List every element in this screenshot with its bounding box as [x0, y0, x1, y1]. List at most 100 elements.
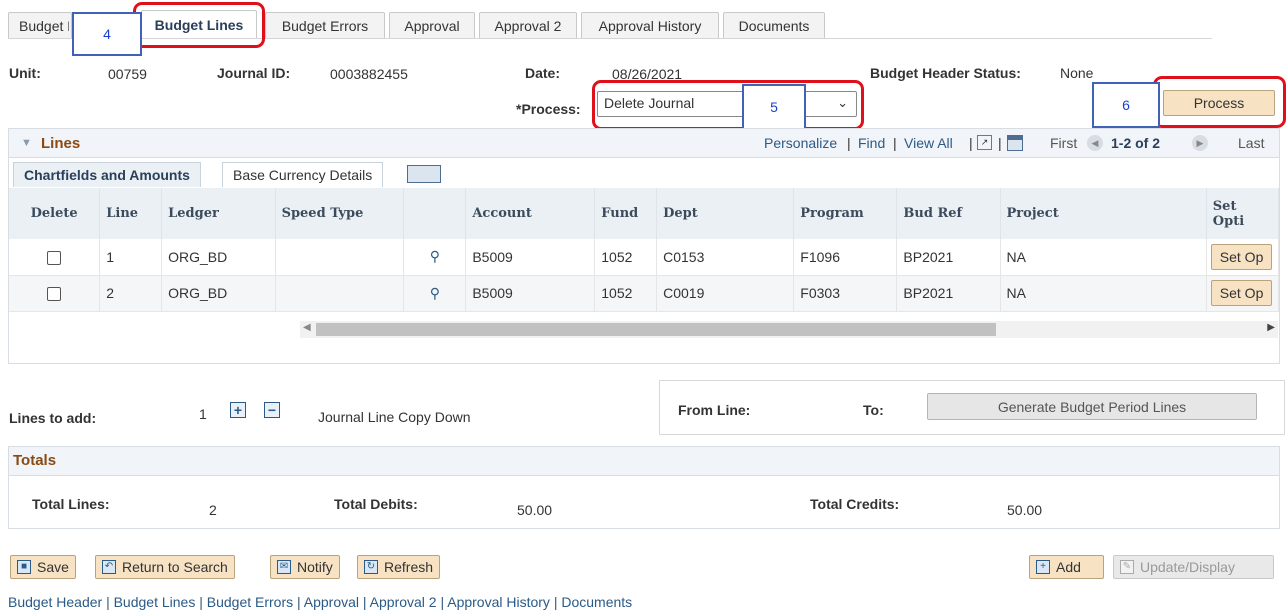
set-options-button[interactable]: Set Op	[1210, 243, 1273, 270]
callout-text: 5	[770, 99, 778, 115]
notify-button[interactable]: ✉ Notify	[270, 555, 340, 579]
line-cell: 2	[99, 275, 163, 312]
generate-button-label: Generate Budget Period Lines	[997, 398, 1187, 415]
col-account: Account	[465, 188, 596, 239]
lines-grid: Delete Line Ledger Speed Type Account Fu…	[9, 188, 1280, 312]
search-icon[interactable]: ⚲	[403, 275, 467, 312]
delete-cell	[9, 275, 101, 312]
row-range: 1-2 of 2	[1111, 135, 1161, 151]
find-link[interactable]: Find	[858, 135, 885, 151]
delete-cell	[9, 239, 101, 276]
return-to-search-button[interactable]: ↶ Return to Search	[95, 555, 235, 579]
speed-type-cell[interactable]	[275, 275, 405, 312]
remove-row-minus-icon[interactable]: −	[264, 402, 280, 418]
tab-budget-errors[interactable]: Budget Errors	[265, 12, 385, 39]
set-options-button[interactable]: Set Op	[1210, 280, 1273, 306]
table-row: 2 ORG_BD ⚲ B5009 1052 C0019 F0303 BP2021…	[9, 275, 1280, 312]
col-speed-type: Speed Type	[275, 188, 405, 239]
save-button[interactable]: ■ Save	[10, 555, 76, 579]
speed-type-cell[interactable]	[275, 239, 405, 276]
tab-label: Approval 2	[494, 18, 562, 34]
total-debits-value: 50.00	[517, 502, 553, 518]
update-display-button[interactable]: ✎ Update/Display	[1113, 555, 1274, 579]
tab-approval-2[interactable]: Approval 2	[479, 12, 577, 39]
lines-panel-header: ▼ Lines Personalize | Find | View All | …	[8, 128, 1280, 158]
journal-id-label: Journal ID:	[217, 65, 291, 81]
unit-label: Unit:	[9, 65, 41, 81]
col-dept: Dept	[656, 188, 795, 239]
add-row-plus-icon[interactable]: +	[230, 402, 246, 418]
delete-checkbox[interactable]	[47, 287, 62, 302]
subtab-base-currency[interactable]: Base Currency Details	[222, 162, 384, 187]
new-window-icon[interactable]: ↗	[977, 135, 992, 150]
scroll-right-icon[interactable]: ▶	[1267, 322, 1275, 333]
view-all-link[interactable]: View All	[904, 135, 953, 151]
journal-line-copy-down: Journal Line Copy Down	[318, 409, 471, 425]
add-label: Add	[1056, 559, 1081, 575]
set-options-cell: Set Op	[1206, 239, 1280, 276]
callout-number-5: 5	[742, 84, 806, 130]
last-label: Last	[1238, 135, 1265, 151]
total-lines-value: 2	[209, 502, 217, 518]
lines-panel-title: Lines	[41, 135, 81, 152]
col-delete: Delete	[9, 188, 101, 239]
horizontal-scrollbar[interactable]: ◀ ▶	[300, 321, 1278, 338]
return-search-icon: ↶	[102, 560, 116, 574]
scrollbar-thumb[interactable]	[316, 323, 996, 336]
separator: |	[847, 135, 851, 151]
total-debits-label: Total Debits:	[334, 496, 418, 512]
tab-documents[interactable]: Documents	[723, 12, 825, 39]
refresh-label: Refresh	[384, 559, 434, 575]
fund-cell: 1052	[594, 275, 658, 312]
callout-text: 6	[1122, 97, 1130, 113]
notify-icon: ✉	[277, 560, 291, 574]
callout-number-6: 6	[1092, 82, 1160, 128]
show-all-columns-icon[interactable]	[407, 165, 441, 183]
col-line: Line	[99, 188, 163, 239]
first-label: First	[1050, 135, 1078, 151]
refresh-button[interactable]: ↻ Refresh	[357, 555, 441, 579]
search-icon[interactable]: ⚲	[403, 239, 467, 276]
refresh-icon: ↻	[364, 560, 378, 574]
tab-budget-header[interactable]: Budget Header	[8, 12, 72, 39]
next-arrow-icon[interactable]: ▶	[1192, 135, 1208, 151]
dept-cell: C0019	[656, 275, 795, 312]
generate-budget-period-lines-button[interactable]: Generate Budget Period Lines	[927, 393, 1257, 420]
grid-download-icon[interactable]	[1007, 135, 1023, 151]
table-row: 1 ORG_BD ⚲ B5009 1052 C0153 F1096 BP2021…	[9, 239, 1280, 276]
scroll-left-icon[interactable]: ◀	[303, 322, 311, 333]
callout-budget-lines	[133, 2, 265, 48]
total-credits-value: 50.00	[1007, 502, 1043, 518]
add-icon: +	[1036, 560, 1050, 574]
tab-approval[interactable]: Approval	[389, 12, 475, 39]
bud-ref-cell: BP2021	[896, 275, 1001, 312]
bud-ref-cell: BP2021	[896, 239, 1001, 276]
tab-label: Budget Errors	[281, 18, 369, 34]
process-label: *Process:	[516, 101, 581, 117]
personalize-link[interactable]: Personalize	[764, 135, 837, 151]
fund-cell: 1052	[594, 239, 658, 276]
subtab-label: Chartfields and Amounts	[24, 167, 190, 183]
callout-text: 4	[103, 26, 111, 42]
separator: |	[998, 135, 1002, 151]
tab-label: Approval	[404, 18, 460, 34]
totals-title: Totals	[13, 452, 57, 469]
tab-label: Approval History	[598, 18, 702, 34]
totals-header: Totals	[8, 446, 1280, 476]
col-lookup	[403, 188, 467, 239]
delete-checkbox[interactable]	[47, 250, 62, 265]
footer-links[interactable]: Budget Header | Budget Lines | Budget Er…	[8, 594, 632, 610]
prev-arrow-icon[interactable]: ◀	[1087, 135, 1103, 151]
tab-approval-history[interactable]: Approval History	[581, 12, 719, 39]
account-cell: B5009	[465, 239, 596, 276]
to-label: To:	[863, 402, 884, 418]
add-button[interactable]: + Add	[1029, 555, 1104, 579]
separator: |	[969, 135, 973, 151]
save-icon: ■	[17, 560, 31, 574]
subtab-chartfields[interactable]: Chartfields and Amounts	[13, 162, 201, 187]
collapse-triangle-icon[interactable]: ▼	[21, 137, 32, 149]
lines-to-add-count[interactable]: 1	[199, 406, 207, 422]
col-bud-ref: Bud Ref	[896, 188, 1001, 239]
unit-value: 00759	[108, 66, 147, 82]
notify-label: Notify	[297, 559, 333, 575]
